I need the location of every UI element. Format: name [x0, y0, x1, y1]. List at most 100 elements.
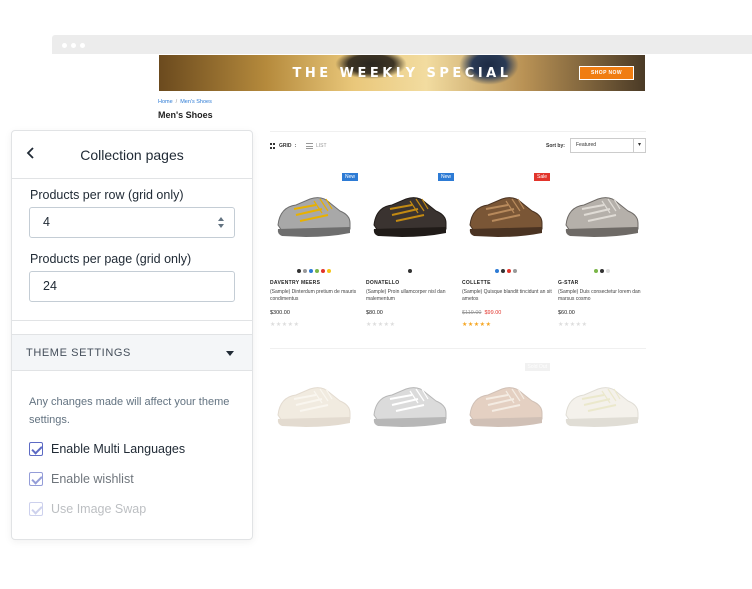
caret-down-icon — [226, 351, 234, 356]
promo-banner[interactable]: THE WEEKLY SPECIAL — [159, 55, 645, 91]
color-swatch[interactable] — [600, 269, 604, 273]
sort-by-label: Sort by: — [546, 143, 565, 149]
product-badge: New — [341, 173, 358, 181]
breadcrumb-home-link[interactable]: Home — [158, 99, 173, 105]
product-badge: New — [437, 173, 454, 181]
color-swatch[interactable] — [495, 269, 499, 273]
grid-view-toggle[interactable]: GRID: — [270, 143, 296, 149]
product-card[interactable]: New DONATELLO (Sample) Proin ullamcorper n… — [366, 173, 454, 333]
product-image[interactable] — [270, 375, 358, 435]
products-per-page-label: Products per page (grid only) — [30, 252, 192, 266]
product-image[interactable] — [270, 185, 358, 245]
panel-divider — [12, 320, 252, 321]
product-image[interactable] — [558, 375, 646, 435]
use-image-swap-checkbox[interactable]: Use Image Swap — [29, 501, 146, 517]
color-swatch[interactable] — [315, 269, 319, 273]
color-swatch[interactable] — [303, 269, 307, 273]
product-card[interactable]: G-STAR (Sample) Duis consectetur lorem da… — [558, 173, 646, 333]
star-icon: ★ — [581, 322, 588, 328]
enable-wishlist-checkbox[interactable]: Enable wishlist — [29, 471, 134, 487]
collection-title: Men's Shoes — [158, 110, 213, 120]
color-swatches — [462, 269, 550, 273]
product-compare-price: $119.00 — [462, 310, 482, 316]
color-swatch[interactable] — [507, 269, 511, 273]
product-card[interactable] — [558, 363, 646, 443]
breadcrumb: Home / Men's Shoes — [158, 99, 212, 105]
color-swatches — [270, 269, 358, 273]
breadcrumb-separator: / — [175, 99, 178, 105]
product-name[interactable]: (Sample) Duis consectetur lorem dan mars… — [558, 289, 648, 303]
product-image[interactable] — [462, 375, 550, 435]
theme-editor-panel: Collection pages Products per row (grid … — [11, 130, 253, 540]
product-card[interactable]: Sale COLLETTE (Sample) Quisque blandit tin… — [462, 173, 552, 333]
product-image[interactable] — [462, 185, 550, 245]
product-rating: ★★★★★ — [558, 321, 587, 328]
product-vendor[interactable]: DONATELLO — [366, 280, 399, 286]
products-per-page-value: 24 — [43, 279, 57, 293]
theme-settings-help-text: Any changes made will affect your theme … — [29, 396, 230, 426]
panel-title: Collection pages — [80, 147, 184, 163]
product-card[interactable]: New DAVENTRY MEERS (Sample) Dinterdum pret… — [270, 173, 358, 333]
product-vendor[interactable]: G-STAR — [558, 280, 579, 286]
star-icon: ★ — [293, 322, 300, 328]
list-view-toggle[interactable]: LIST — [306, 143, 327, 149]
color-swatch[interactable] — [327, 269, 331, 273]
color-swatch[interactable] — [594, 269, 598, 273]
color-swatch[interactable] — [606, 269, 610, 273]
checkbox-label: Use Image Swap — [51, 502, 147, 516]
product-card[interactable] — [366, 363, 454, 443]
product-price-row: $119.00 $99.00 — [462, 310, 501, 316]
product-name[interactable]: (Sample) Proin ullamcorper nisl dan male… — [366, 289, 456, 303]
product-image[interactable] — [366, 185, 454, 245]
list-view-label: LIST — [316, 143, 327, 149]
product-rating: ★★★★★ — [270, 321, 299, 328]
color-swatches — [558, 269, 646, 273]
product-row-divider — [270, 348, 646, 349]
checkbox-checked-icon[interactable] — [29, 472, 43, 486]
list-icon — [306, 143, 313, 149]
product-rating: ★★★★★ — [366, 321, 395, 328]
chevron-down-icon: ▾ — [633, 139, 645, 152]
checkbox-label: Enable wishlist — [51, 472, 134, 486]
product-card[interactable] — [270, 363, 358, 443]
grid-icon — [270, 143, 276, 149]
screenshot-stage: THE WEEKLY SPECIAL SHOP NOW Home / Men's S… — [0, 0, 752, 589]
product-vendor[interactable]: COLLETTE — [462, 280, 491, 286]
breadcrumb-current[interactable]: Men's Shoes — [180, 99, 212, 105]
color-swatch[interactable] — [501, 269, 505, 273]
products-per-row-input[interactable]: 4 — [29, 207, 235, 238]
star-icon: ★ — [389, 322, 396, 328]
number-stepper-icon[interactable] — [218, 217, 224, 228]
product-name[interactable]: (Sample) Quisque blandit tincidunt an si… — [462, 289, 552, 303]
shop-now-button[interactable]: SHOP NOW — [579, 66, 634, 80]
color-swatches — [366, 269, 454, 273]
product-image[interactable] — [366, 375, 454, 435]
color-swatch[interactable] — [297, 269, 301, 273]
toolbar-divider — [270, 131, 646, 132]
product-price-row: $300.00 — [270, 310, 290, 316]
sort-select[interactable]: Featured ▾ — [570, 138, 646, 153]
product-price-row: $80.00 — [366, 310, 383, 316]
checkbox-checked-icon[interactable] — [29, 502, 43, 516]
sort-select-value: Featured — [576, 142, 597, 148]
product-price: $60.00 — [558, 310, 575, 316]
products-per-row-value: 4 — [43, 215, 50, 229]
checkbox-checked-icon[interactable] — [29, 442, 43, 456]
color-swatch[interactable] — [321, 269, 325, 273]
products-per-row-label: Products per row (grid only) — [30, 188, 184, 202]
enable-multi-languages-checkbox[interactable]: Enable Multi Languages — [29, 441, 185, 457]
product-name[interactable]: (Sample) Dinterdum pretium de mauris con… — [270, 289, 360, 303]
products-per-page-input[interactable]: 24 — [29, 271, 235, 302]
product-badge: Sold Out — [524, 363, 550, 371]
product-price: $80.00 — [366, 310, 383, 316]
color-swatch[interactable] — [309, 269, 313, 273]
panel-header: Collection pages — [12, 131, 252, 179]
product-card[interactable]: Sold Out — [462, 363, 550, 443]
color-swatch[interactable] — [513, 269, 517, 273]
product-vendor[interactable]: DAVENTRY MEERS — [270, 280, 320, 286]
star-icon: ★ — [485, 322, 492, 328]
product-image[interactable] — [558, 185, 646, 245]
color-swatch[interactable] — [408, 269, 412, 273]
product-rating: ★★★★★ — [462, 321, 491, 328]
theme-settings-section-header[interactable]: THEME SETTINGS — [12, 334, 252, 371]
